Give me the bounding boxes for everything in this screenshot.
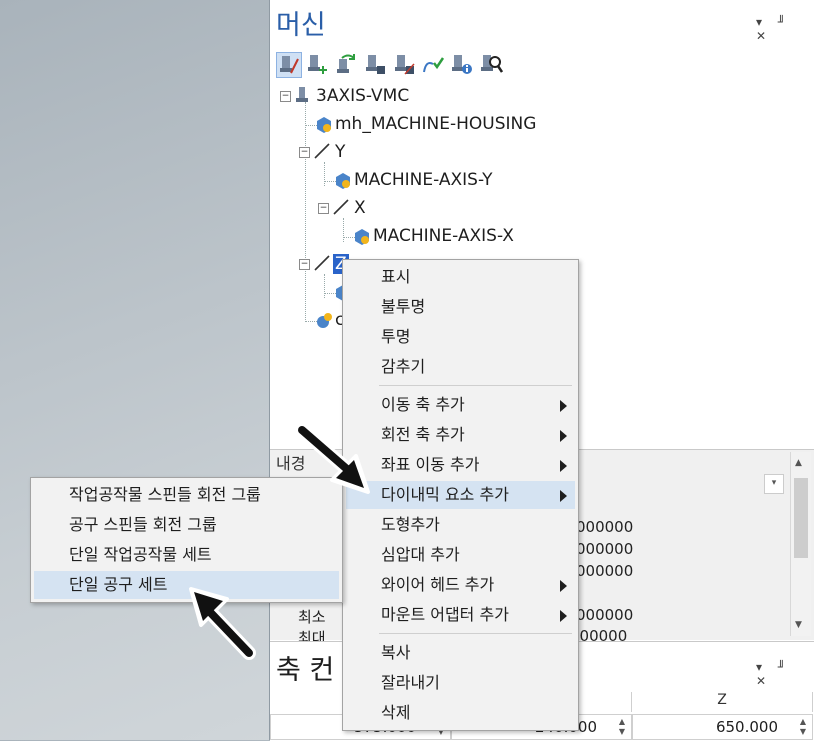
spinner-icon[interactable]: ▲▼ xyxy=(615,717,629,737)
machine-toolbar xyxy=(276,52,516,80)
axis-window-controls[interactable]: ▾ ╜ ✕ xyxy=(756,660,814,688)
submenu-arrow-icon xyxy=(560,400,567,412)
reload-machine-icon[interactable] xyxy=(334,52,360,78)
save-machine-icon[interactable] xyxy=(363,52,389,78)
menu-item-label: 좌표 이동 추가 xyxy=(381,455,480,474)
menu-item-label: 회전 축 추가 xyxy=(381,425,465,444)
menu-item-add-mount-adapter[interactable]: 마운트 어댑터 추가 xyxy=(346,601,575,629)
housing-component-icon xyxy=(317,117,331,133)
menu-item-add-geometry[interactable]: 도형추가 xyxy=(346,511,575,539)
axis-component-icon xyxy=(336,173,350,189)
menu-item-label: 마운트 어댑터 추가 xyxy=(381,605,509,624)
menu-item-cut[interactable]: 잘라내기 xyxy=(346,669,575,697)
menu-item-transparent[interactable]: 투명 xyxy=(346,323,575,351)
properties-scrollbar[interactable]: ▲ ▼ xyxy=(790,452,811,636)
submenu-arrow-icon xyxy=(560,490,567,502)
tree-node-root[interactable]: 3AXIS-VMC xyxy=(316,86,409,106)
axis-value: 650.000 xyxy=(715,718,778,736)
collapse-z-toggle[interactable]: − xyxy=(299,259,310,270)
submenu-arrow-icon xyxy=(560,460,567,472)
property-value: 000000 xyxy=(576,562,634,580)
scroll-down-icon[interactable]: ▼ xyxy=(795,620,802,630)
submenu-arrow-icon xyxy=(560,580,567,592)
menu-item-add-tailstock[interactable]: 심압대 추가 xyxy=(346,541,575,569)
annotation-arrow-icon xyxy=(295,423,370,494)
menu-item-opaque[interactable]: 불투명 xyxy=(346,293,575,321)
axis-column-header: Z xyxy=(632,692,813,712)
linear-axis-icon xyxy=(314,143,330,159)
menu-item-add-linear-axis[interactable]: 이동 축 추가 xyxy=(346,391,575,419)
machine-info-icon[interactable] xyxy=(450,52,476,78)
menu-item-delete[interactable]: 삭제 xyxy=(346,699,575,727)
machine-icon xyxy=(296,87,308,102)
menu-item-label: 다이내믹 요소 추가 xyxy=(381,485,509,504)
submenu-item-tool-spindle-group[interactable]: 공구 스핀들 회전 그룹 xyxy=(34,511,339,539)
panel-title: 머신 xyxy=(276,10,326,41)
machine-search-icon[interactable] xyxy=(479,52,505,78)
menu-item-label: 와이어 헤드 추가 xyxy=(381,575,495,594)
save-as-machine-icon[interactable] xyxy=(392,52,418,78)
scroll-up-icon[interactable]: ▲ xyxy=(795,458,802,468)
tree-node-axis-x-child[interactable]: MACHINE-AXIS-X xyxy=(373,226,514,246)
axis-value-field[interactable]: 650.000 ▲ ▼ xyxy=(632,714,813,740)
property-value: 000000 xyxy=(576,606,634,624)
collapse-y-toggle[interactable]: − xyxy=(299,147,310,158)
submenu-arrow-icon xyxy=(560,430,567,442)
property-label: 최소 xyxy=(298,608,326,626)
menu-item-add-wire-head[interactable]: 와이어 헤드 추가 xyxy=(346,571,575,599)
spinner-icon[interactable]: ▲▼ xyxy=(796,717,810,737)
properties-dropdown-icon[interactable]: ▾ xyxy=(764,474,784,494)
window-controls[interactable]: ▾ ╜ ✕ xyxy=(756,15,814,43)
tree-node-axis-y[interactable]: Y xyxy=(335,142,345,162)
machine-edit-icon[interactable] xyxy=(276,52,302,78)
collapse-root-toggle[interactable]: − xyxy=(280,91,291,102)
menu-item-add-rotary-axis[interactable]: 회전 축 추가 xyxy=(346,421,575,449)
menu-item-copy[interactable]: 복사 xyxy=(346,639,575,667)
add-machine-icon[interactable] xyxy=(305,52,331,78)
menu-item-add-dynamic-element[interactable]: 다이내믹 요소 추가 xyxy=(346,481,575,509)
tree-node-axis-y-child[interactable]: MACHINE-AXIS-Y xyxy=(354,170,492,190)
property-value: 000000 xyxy=(576,540,634,558)
annotation-arrow-icon xyxy=(189,587,256,660)
check-path-icon[interactable] xyxy=(421,52,447,78)
tree-node-axis-x[interactable]: X xyxy=(354,198,366,218)
property-value: 000000 xyxy=(576,518,634,536)
axis-component-icon xyxy=(355,229,369,245)
setup-icon xyxy=(317,313,332,328)
tree-node-housing[interactable]: mh_MACHINE-HOUSING xyxy=(335,114,536,134)
axis-panel-title: 축 컨 xyxy=(276,655,335,686)
linear-axis-icon xyxy=(333,199,349,215)
menu-item-add-coordinate-shift[interactable]: 좌표 이동 추가 xyxy=(346,451,575,479)
submenu-arrow-icon xyxy=(560,610,567,622)
linear-axis-icon xyxy=(314,255,330,271)
menu-item-label: 이동 축 추가 xyxy=(381,395,465,414)
menu-item-hide[interactable]: 감추기 xyxy=(346,353,575,381)
menu-item-show[interactable]: 표시 xyxy=(346,263,575,291)
collapse-x-toggle[interactable]: − xyxy=(318,203,329,214)
submenu-item-single-workpiece-set[interactable]: 단일 작업공작물 세트 xyxy=(34,541,339,569)
scroll-thumb[interactable] xyxy=(794,478,808,558)
